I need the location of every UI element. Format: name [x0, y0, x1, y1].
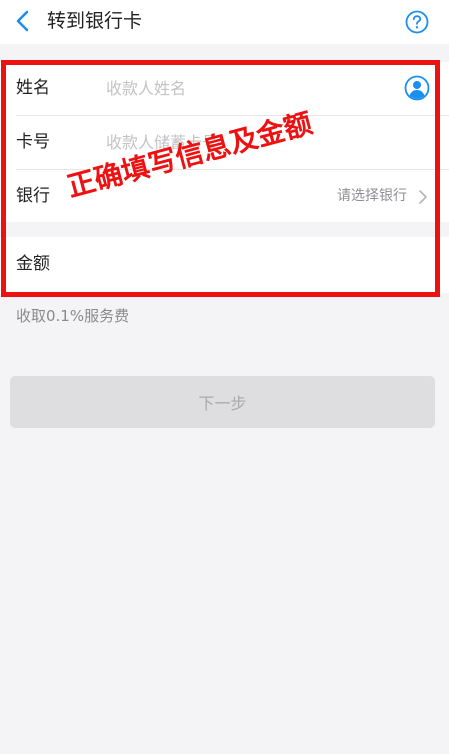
- bank-placeholder: 请选择银行: [337, 188, 407, 204]
- amount-label: 金额: [16, 254, 50, 274]
- chevron-left-icon: [16, 10, 29, 32]
- nav-bar: 转到银行卡: [0, 0, 449, 44]
- card-number-label: 卡号: [16, 132, 50, 152]
- next-step-button[interactable]: 下一步: [10, 376, 435, 428]
- question-circle-icon: [405, 10, 429, 34]
- name-label: 姓名: [16, 78, 50, 98]
- amount-row: 金额: [0, 237, 449, 293]
- help-button[interactable]: [405, 10, 429, 34]
- name-row: 姓名: [0, 62, 449, 115]
- amount-input[interactable]: [106, 252, 391, 276]
- service-fee-note: 收取0.1%服务费: [16, 307, 130, 325]
- name-input[interactable]: [106, 76, 391, 100]
- card-row: 卡号: [0, 116, 449, 169]
- bank-label: 银行: [16, 186, 50, 206]
- recipient-form: 姓名 卡号 银行 请选择银行: [0, 62, 449, 222]
- chevron-right-icon: [419, 190, 427, 204]
- back-button[interactable]: [12, 9, 36, 33]
- contact-picker-button[interactable]: [404, 75, 430, 101]
- contact-book-icon: [404, 75, 430, 101]
- bank-row: 银行 请选择银行: [0, 170, 449, 223]
- bank-select[interactable]: 请选择银行: [300, 170, 449, 223]
- page-title: 转到银行卡: [47, 10, 143, 32]
- card-number-input[interactable]: [106, 130, 391, 154]
